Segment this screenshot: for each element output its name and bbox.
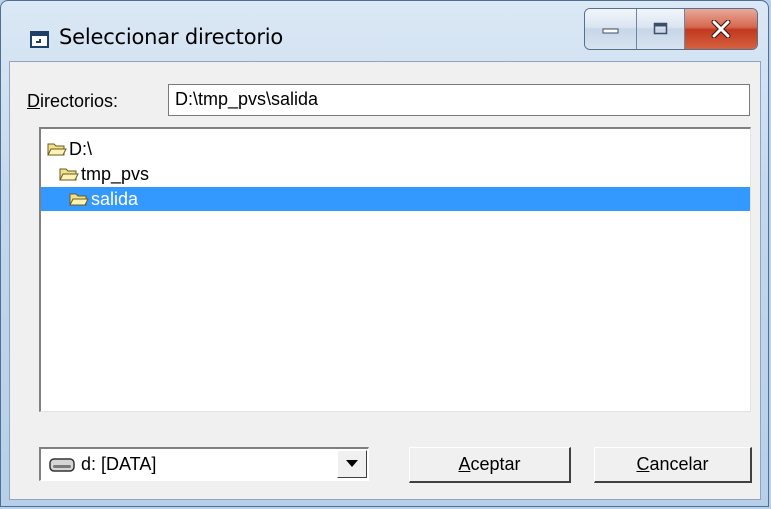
tree-item-label: salida [91,188,139,209]
directories-label-rest: irectorios: [40,91,119,111]
window-title: Seleccionar directorio [59,25,284,49]
directory-tree[interactable]: D:\ tmp_pvs salida [39,127,751,412]
caption-buttons [584,8,758,50]
maximize-icon [653,22,667,35]
tree-item-salida[interactable]: salida [41,187,750,211]
accept-label-rest: ceptar [470,454,521,474]
tree-item-tmp-pvs[interactable]: tmp_pvs [59,162,149,186]
tree-item-label: tmp_pvs [81,163,150,184]
close-icon [711,20,731,38]
cancel-label-rest: ancelar [649,454,709,474]
cancel-button[interactable]: Cancelar [594,447,752,483]
drive-dropdown-button[interactable] [337,450,367,478]
close-button[interactable] [685,9,757,49]
tree-item-drive-root[interactable]: D:\ [47,137,92,161]
cancel-accesskey: C [636,454,650,474]
dialog-window-icon [30,31,49,48]
tree-item-label: D:\ [69,138,93,159]
directories-input[interactable]: D:\tmp_pvs\salida [168,84,750,116]
minimize-icon [602,28,618,34]
open-folder-icon [59,168,79,181]
accept-accesskey: A [458,454,471,474]
minimize-button[interactable] [585,9,637,49]
accept-button[interactable]: Aceptar [409,447,571,483]
maximize-button[interactable] [637,9,685,49]
open-folder-icon [69,193,89,206]
directories-accesskey: D [27,91,40,111]
dropdown-arrow-icon [346,460,358,467]
drive-select[interactable]: d: [DATA] [39,447,369,481]
drive-select-value: d: [DATA] [81,454,157,474]
open-folder-icon [47,143,67,156]
dialog-window: Seleccionar directorio Directorios: D:\t… [0,0,769,507]
directories-label: Directorios: [27,91,118,112]
hard-drive-icon [49,458,75,472]
